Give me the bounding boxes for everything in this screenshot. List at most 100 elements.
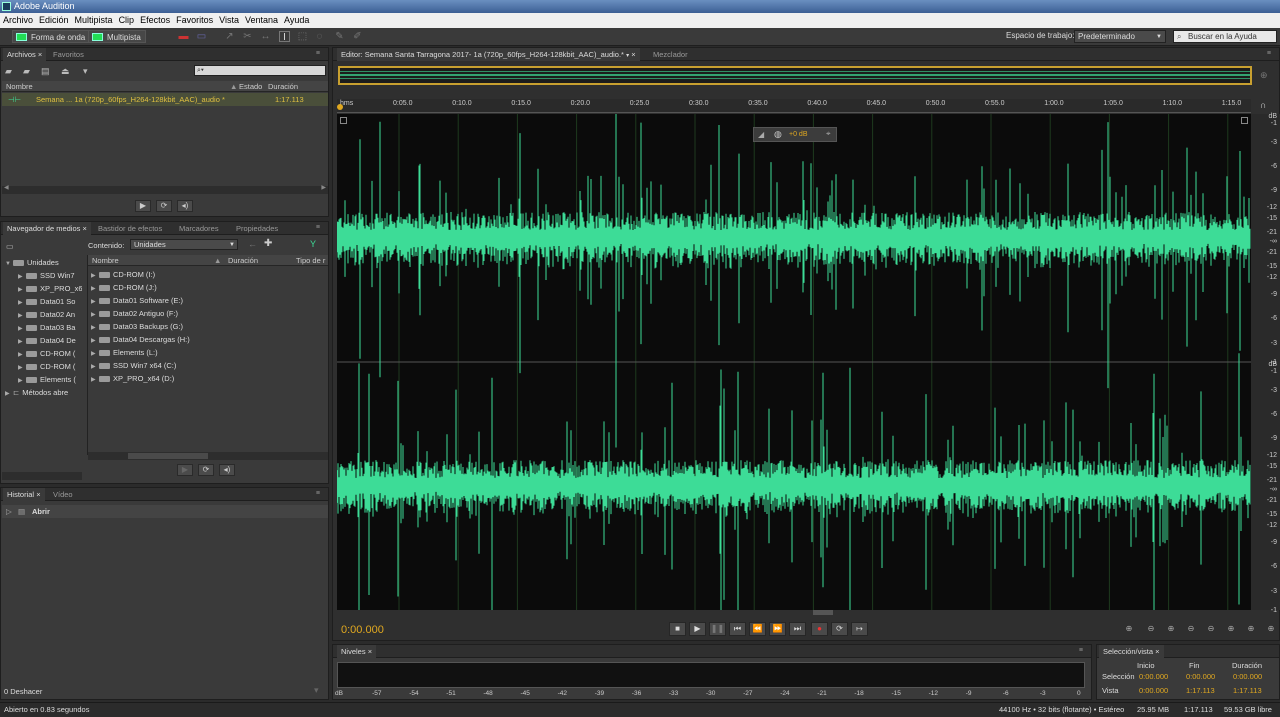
tree-item[interactable]: ▶ Data02 An bbox=[18, 308, 82, 321]
list-hscrollbar[interactable] bbox=[88, 452, 328, 460]
add-shortcut-icon[interactable]: ✚ bbox=[264, 238, 272, 249]
record-button[interactable]: ● bbox=[811, 622, 828, 636]
move-tool-icon[interactable]: ↗ bbox=[224, 31, 235, 42]
zoom-navigator-icon[interactable]: ⊕ bbox=[1260, 70, 1268, 81]
playhead-marker[interactable] bbox=[337, 104, 343, 110]
panel-menu-icon[interactable]: ≡ bbox=[1267, 50, 1271, 57]
close-icon[interactable]: × bbox=[82, 224, 86, 233]
files-hscrollbar[interactable]: ◀ ▶ bbox=[2, 185, 328, 194]
tab-propiedades[interactable]: Propiedades bbox=[232, 222, 282, 235]
selection-start[interactable]: 0:00.000 bbox=[1139, 672, 1168, 681]
menu-ayuda[interactable]: Ayuda bbox=[281, 13, 312, 28]
menu-efectos[interactable]: Efectos bbox=[137, 13, 173, 28]
pitch-display-icon[interactable]: ▭ bbox=[196, 31, 207, 42]
time-ruler[interactable]: hms 0:05.0 0:10.0 0:15.0 0:20.0 0:25.0 0:30.0… bbox=[337, 99, 1251, 113]
list-item[interactable]: ▶ XP_PRO_x64 (D:) bbox=[91, 372, 291, 385]
list-item[interactable]: ▶ Elements (L:) bbox=[91, 346, 291, 359]
zoom-in-amplitude-icon[interactable]: ⊕ bbox=[1121, 624, 1137, 635]
tree-item[interactable]: ▼ Unidades bbox=[5, 256, 83, 269]
view-duration[interactable]: 1:17.113 bbox=[1233, 686, 1262, 695]
close-icon[interactable]: × bbox=[368, 647, 372, 656]
time-selection-tool-icon[interactable]: I bbox=[279, 31, 290, 43]
col-name[interactable]: Nombre bbox=[6, 81, 33, 92]
tab-bastidor[interactable]: Bastidor de efectos bbox=[94, 222, 166, 235]
view-start[interactable]: 0:00.000 bbox=[1139, 686, 1168, 695]
loop-button[interactable]: ⟳ bbox=[831, 622, 848, 636]
tree-item[interactable]: ▶ Data03 Ba bbox=[18, 321, 82, 334]
waveform-view-button[interactable]: Forma de onda bbox=[12, 30, 91, 43]
zoom-selection-icon[interactable]: ⊕ bbox=[1243, 624, 1259, 635]
play-button[interactable]: ▶ bbox=[689, 622, 706, 636]
tree-item[interactable]: ▶ XP_PRO_x6 bbox=[18, 282, 82, 295]
skip-selection-button[interactable]: ↦ bbox=[851, 622, 868, 636]
history-item[interactable]: ▷ ▤ Abrir bbox=[2, 505, 328, 518]
pause-button[interactable]: ❚❚ bbox=[709, 622, 726, 636]
menu-archivo[interactable]: Archivo bbox=[0, 13, 36, 28]
stop-button[interactable]: ■ bbox=[669, 622, 686, 636]
spot-healing-tool-icon[interactable]: ✐ bbox=[352, 31, 363, 42]
move-to-start-button[interactable]: ⏮ bbox=[729, 622, 746, 636]
list-item[interactable]: ▶ CD-ROM (J:) bbox=[91, 281, 291, 294]
tab-seleccion-vista[interactable]: Selección/vista × bbox=[1099, 645, 1164, 658]
chevron-down-icon[interactable]: ▾ bbox=[626, 53, 629, 59]
open-file-icon[interactable]: ▰ bbox=[5, 66, 12, 77]
brush-tool-icon[interactable]: ✎ bbox=[334, 31, 345, 42]
list-item[interactable]: ▶ Data02 Antiguo (F:) bbox=[91, 307, 291, 320]
spectral-display-icon[interactable]: ▬ bbox=[178, 31, 189, 42]
close-icon[interactable]: × bbox=[38, 50, 42, 59]
tab-marcadores[interactable]: Marcadores bbox=[175, 222, 223, 235]
loop-preview-button[interactable]: ⟳ bbox=[198, 464, 214, 476]
file-row[interactable]: ⊣⊢ Semana ... 1a (720p_60fps_H264-128kbi… bbox=[2, 93, 328, 106]
autoplay-button[interactable]: ◂) bbox=[177, 200, 193, 212]
headphone-icon[interactable]: ∩ bbox=[1260, 100, 1266, 110]
pin-icon[interactable]: ⌖ bbox=[826, 129, 831, 139]
tab-favoritos[interactable]: Favoritos bbox=[49, 48, 88, 61]
tab-historial[interactable]: Historial × bbox=[3, 488, 45, 501]
rewind-button[interactable]: ⏪ bbox=[749, 622, 766, 636]
files-search-input[interactable]: ⌕▾ bbox=[194, 65, 326, 76]
menu-edicion[interactable]: Edición bbox=[36, 13, 72, 28]
hud-volume[interactable]: ◢ ◍ +0 dB ⌖ bbox=[753, 127, 837, 142]
list-item[interactable]: ▶ Data04 Descargas (H:) bbox=[91, 333, 291, 346]
panel-menu-icon[interactable]: ≡ bbox=[316, 224, 320, 231]
zoom-in-time-icon[interactable]: ⊕ bbox=[1163, 624, 1179, 635]
tree-item[interactable]: ▶ Elements ( bbox=[18, 373, 82, 386]
col-state[interactable]: Estado bbox=[239, 81, 262, 92]
tree-item[interactable]: ▶ CD-ROM ( bbox=[18, 347, 82, 360]
zoom-out-amplitude-icon[interactable]: ⊖ bbox=[1143, 624, 1159, 635]
tab-archivos[interactable]: Archivos × bbox=[3, 48, 47, 61]
close-icon[interactable]: × bbox=[631, 50, 635, 59]
tab-niveles[interactable]: Niveles × bbox=[337, 645, 377, 658]
menu-clip[interactable]: Clip bbox=[116, 13, 138, 28]
list-item[interactable]: ▶ CD-ROM (I:) bbox=[91, 268, 291, 281]
menu-ventana[interactable]: Ventana bbox=[242, 13, 281, 28]
selection-duration[interactable]: 0:00.000 bbox=[1233, 672, 1262, 681]
zoom-out-time-icon[interactable]: ⊖ bbox=[1183, 624, 1199, 635]
menu-favoritos[interactable]: Favoritos bbox=[173, 13, 216, 28]
zoom-in-point-icon[interactable]: ⊕ bbox=[1223, 624, 1239, 635]
tree-item[interactable]: ▶ Data01 So bbox=[18, 295, 82, 308]
list-item[interactable]: ▶ SSD Win7 x64 (C:) bbox=[91, 359, 291, 372]
scroll-thumb[interactable] bbox=[128, 453, 208, 459]
menu-vista[interactable]: Vista bbox=[216, 13, 242, 28]
col-type[interactable]: Tipo de r bbox=[296, 255, 325, 266]
vertical-resize-handle[interactable] bbox=[813, 610, 833, 615]
slip-tool-icon[interactable]: ↔ bbox=[260, 31, 271, 42]
loop-preview-button[interactable]: ⟳ bbox=[156, 200, 172, 212]
import-icon[interactable]: ▰ bbox=[23, 66, 30, 77]
panel-menu-icon[interactable]: ≡ bbox=[316, 490, 320, 497]
autoplay-button[interactable]: ◂) bbox=[219, 464, 235, 476]
tree-item[interactable]: ▶ ⊏ Métodos abre bbox=[5, 386, 83, 399]
trash-icon[interactable]: ▾ bbox=[314, 685, 319, 696]
panel-menu-icon[interactable]: ≡ bbox=[316, 50, 320, 57]
zoom-out-full-icon[interactable]: ⊖ bbox=[1203, 624, 1219, 635]
tree-item[interactable]: ▶ SSD Win7 bbox=[18, 269, 82, 282]
close-icon[interactable]: × bbox=[1155, 647, 1159, 656]
filter-icon[interactable]: Y bbox=[310, 239, 316, 249]
zoom-all-icon[interactable]: ⊕ bbox=[1263, 624, 1279, 635]
trash-icon[interactable]: ▾ bbox=[83, 66, 88, 77]
back-arrow-icon[interactable]: ← bbox=[248, 239, 257, 249]
new-file-icon[interactable]: ▤ bbox=[41, 66, 50, 77]
tree-item[interactable]: ▶ Data04 De bbox=[18, 334, 82, 347]
insert-icon[interactable]: ⏏ bbox=[61, 66, 70, 77]
